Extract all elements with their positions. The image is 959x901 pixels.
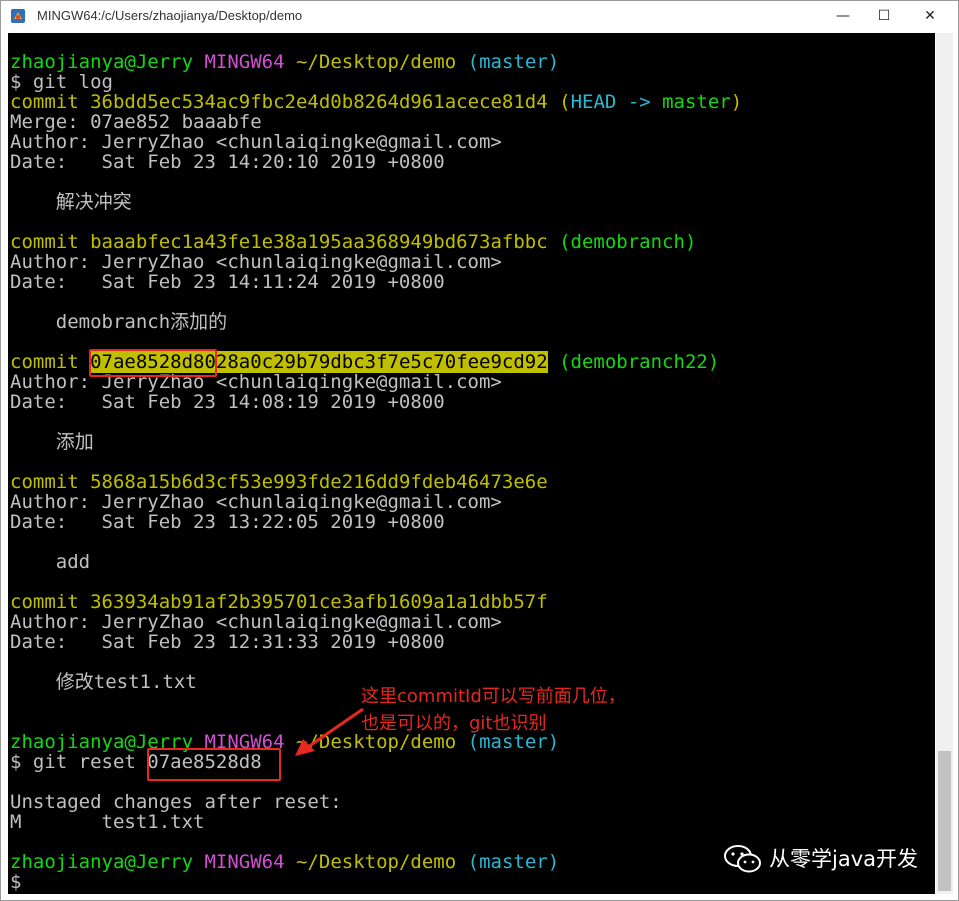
scrollbar-thumb[interactable] — [938, 751, 951, 891]
annotation-line-1: 这里commitId可以写前面几位， — [361, 686, 626, 707]
commit-refs: (demobranch22) — [559, 351, 720, 373]
date-line: Date: Sat Feb 23 12:31:33 2019 +0800 — [10, 631, 445, 653]
commit-message: demobranch添加的 — [10, 311, 228, 333]
window-title: MINGW64:/c/Users/zhaojianya/Desktop/demo — [37, 8, 303, 23]
commit-label: commit — [10, 91, 79, 113]
ref-head: HEAD -> — [570, 91, 663, 113]
prompt-line: zhaojianya@Jerry MINGW64 ~/Desktop/demo … — [10, 852, 559, 872]
prompt-branch: (master) — [467, 851, 560, 873]
commit-refs: (demobranch) — [559, 231, 697, 253]
commit-message: 添加 — [10, 431, 94, 453]
date-line: Date: Sat Feb 23 14:20:10 2019 +0800 — [10, 151, 445, 173]
commit-line: commit 5868a15b6d3cf53e993fde216dd9fdeb4… — [10, 472, 548, 492]
prompt-branch: (master) — [467, 51, 560, 73]
commit-label: commit — [10, 351, 79, 373]
highlight-box-hash — [89, 349, 217, 377]
wechat-icon — [724, 845, 761, 873]
maximize-button[interactable]: ☐ — [861, 1, 907, 32]
output-line: Unstaged changes after reset: — [10, 791, 342, 813]
close-button[interactable]: ✕ — [907, 1, 953, 32]
author-line: Author: JerryZhao <chunlaiqingke@gmail.c… — [10, 131, 502, 153]
commit-label: commit — [10, 471, 79, 493]
prompt-path: ~/Desktop/demo — [296, 851, 457, 873]
author-line: Author: JerryZhao <chunlaiqingke@gmail.c… — [10, 491, 502, 513]
commit-hash: 36bdd5ec534ac9fbc2e4d0b8264d961acece81d4 — [90, 91, 548, 113]
prompt-path: ~/Desktop/demo — [296, 51, 457, 73]
command-line: $ — [10, 871, 22, 893]
prompt-line: zhaojianya@Jerry MINGW64 ~/Desktop/demo … — [10, 52, 559, 72]
prompt-user: zhaojianya@Jerry — [10, 851, 194, 873]
commit-line: commit 36bdd5ec534ac9fbc2e4d0b8264d961ac… — [10, 92, 742, 112]
annotation-line-2: 也是可以的，git也识别 — [361, 713, 547, 734]
commit-label: commit — [10, 591, 79, 613]
date-line: Date: Sat Feb 23 13:22:05 2019 +0800 — [10, 511, 445, 533]
commit-message: add — [10, 551, 91, 573]
commit-hash: baaabfec1a43fe1e38a195aa368949bd673afbbc — [90, 231, 548, 253]
author-line: Author: JerryZhao <chunlaiqingke@gmail.c… — [10, 371, 502, 393]
commit-line: commit baaabfec1a43fe1e38a195aa368949bd6… — [10, 232, 696, 252]
command-line: $ git log — [10, 71, 113, 93]
author-line: Author: JerryZhao <chunlaiqingke@gmail.c… — [10, 251, 502, 273]
prompt-shell: MINGW64 — [204, 51, 285, 73]
watermark-text: 从零学java开发 — [769, 847, 918, 871]
terminal-window: MINGW64:/c/Users/zhaojianya/Desktop/demo… — [0, 0, 959, 901]
commit-line: commit 363934ab91af2b395701ce3afb1609a1a… — [10, 592, 548, 612]
git-bash-icon — [11, 9, 25, 23]
minimize-button[interactable]: — — [820, 1, 866, 32]
highlight-box-reset-arg — [147, 748, 281, 781]
commit-message: 解决冲突 — [10, 191, 132, 213]
title-bar[interactable]: MINGW64:/c/Users/zhaojianya/Desktop/demo… — [1, 1, 958, 32]
ref-open: ( — [559, 91, 571, 113]
background-window-edge — [953, 33, 958, 900]
output-line: M test1.txt — [10, 811, 205, 833]
prompt-shell: MINGW64 — [204, 851, 285, 873]
author-line: Author: JerryZhao <chunlaiqingke@gmail.c… — [10, 611, 502, 633]
merge-line: Merge: 07ae852 baaabfe — [10, 111, 262, 133]
commit-hash-rest: 028a0c29b79dbc3f7e5c70fee9cd92 — [204, 351, 548, 373]
ref-master: master — [662, 91, 731, 113]
arrow-icon — [295, 707, 364, 756]
commit-hash: 363934ab91af2b395701ce3afb1609a1a1dbb57f — [90, 591, 548, 613]
date-line: Date: Sat Feb 23 14:11:24 2019 +0800 — [10, 271, 445, 293]
date-line: Date: Sat Feb 23 14:08:19 2019 +0800 — [10, 391, 445, 413]
commit-message: 修改test1.txt — [10, 671, 197, 693]
commit-hash: 5868a15b6d3cf53e993fde216dd9fdeb46473e6e — [90, 471, 548, 493]
commit-label: commit — [10, 231, 79, 253]
command-prefix: $ git reset — [10, 751, 148, 773]
ref-close: ) — [730, 91, 743, 113]
prompt-user: zhaojianya@Jerry — [10, 51, 194, 73]
